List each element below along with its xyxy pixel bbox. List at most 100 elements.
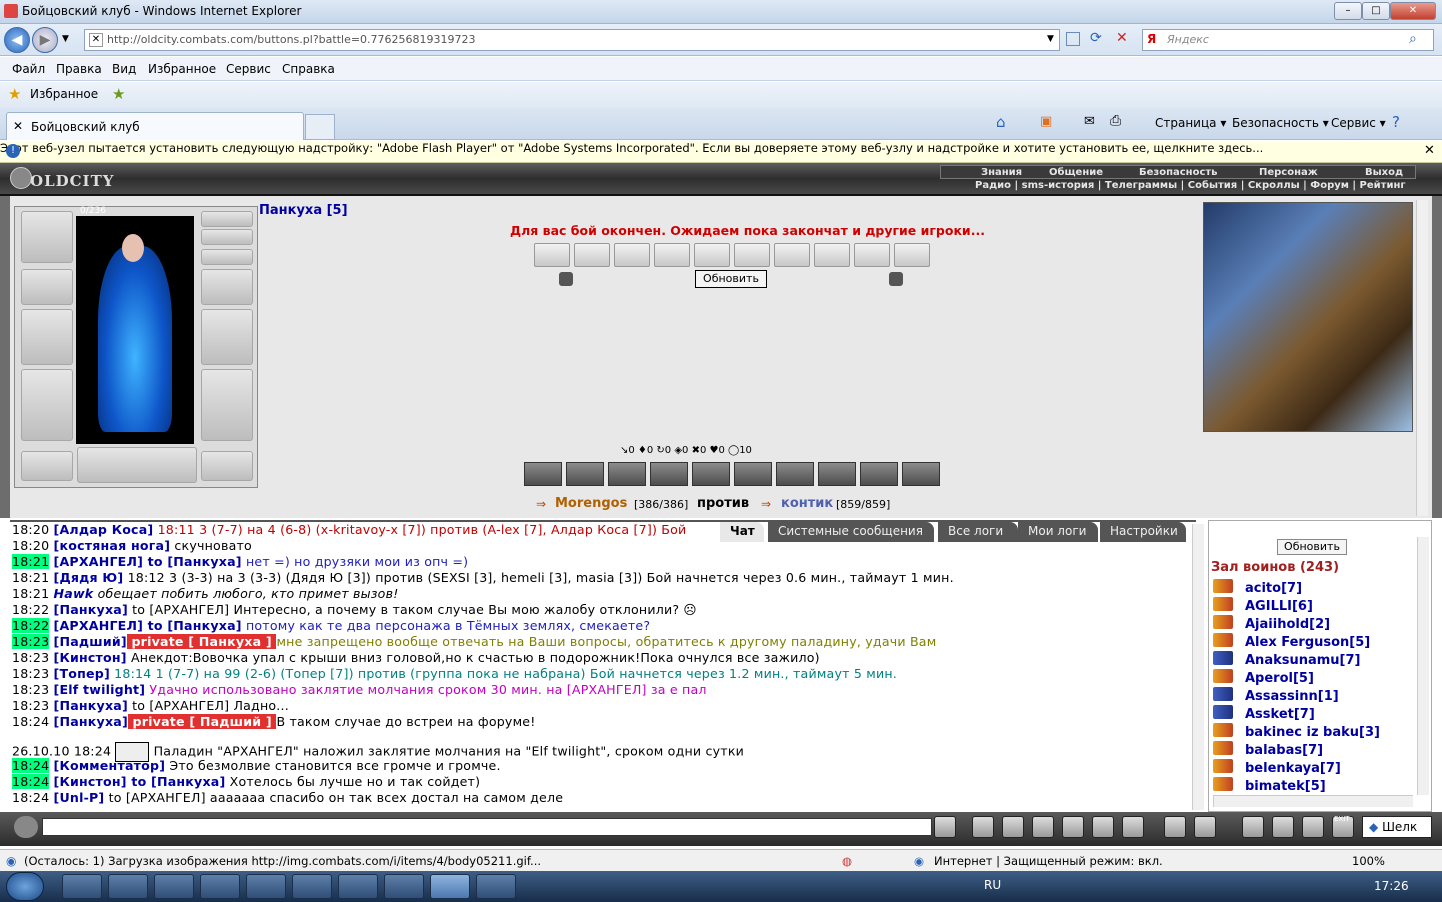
mail-icon[interactable]: ✉ (1084, 114, 1095, 129)
ie-icon[interactable] (108, 874, 148, 899)
stop-icon[interactable]: ✕ (1116, 30, 1128, 46)
skill-button[interactable] (524, 462, 562, 486)
battle-icon[interactable] (1213, 633, 1233, 647)
address-input[interactable]: ✕ http://oldcity.combats.com/buttons.pl?… (84, 29, 1060, 51)
hall-player[interactable]: Aperol[5] (1245, 671, 1314, 686)
settings-icon[interactable] (1194, 816, 1216, 838)
menu-tools[interactable]: Сервис (226, 62, 271, 76)
rss-icon[interactable]: ▣ (1040, 114, 1052, 129)
smiley-icon[interactable] (1164, 816, 1186, 838)
skill-button[interactable] (692, 462, 730, 486)
gloves-slot[interactable] (201, 269, 253, 305)
battle-icon[interactable] (1213, 741, 1233, 755)
shield-slot[interactable] (201, 309, 253, 365)
game-nav-bottom[interactable]: Радио | sms-история | Телеграммы | Событ… (975, 180, 1406, 191)
help-icon[interactable]: ? (1392, 113, 1400, 131)
action-icon[interactable] (1242, 816, 1264, 838)
firefox-icon[interactable] (200, 874, 240, 899)
menu-edit[interactable]: Правка (56, 62, 102, 76)
minimize-button[interactable]: – (1334, 2, 1362, 20)
search-icon[interactable]: ⌕ (1409, 31, 1417, 47)
fighter2-name[interactable]: контик (781, 496, 833, 511)
skill-button[interactable] (608, 462, 646, 486)
tab-chat[interactable]: Чат (720, 522, 764, 542)
safety-menu[interactable]: Безопасность ▾ (1232, 116, 1329, 130)
save-icon[interactable] (1032, 816, 1054, 838)
inventory-icon[interactable] (1272, 816, 1294, 838)
skill-button[interactable] (860, 462, 898, 486)
send-arrow-icon[interactable] (934, 816, 956, 838)
hall-player[interactable]: Assassinn[1] (1245, 689, 1339, 704)
tab-my-logs[interactable]: Мои логи (1018, 522, 1098, 542)
skill-button[interactable] (776, 462, 814, 486)
hall-player[interactable]: Anaksunamu[7] (1245, 653, 1360, 668)
favorites-button[interactable]: Избранное (30, 87, 98, 101)
menu-view[interactable]: Вид (112, 62, 136, 76)
hall-scrollbar[interactable] (1417, 537, 1429, 795)
earrings-slot[interactable] (201, 211, 253, 227)
battle-scrollbar[interactable] (1416, 200, 1428, 516)
home-icon[interactable]: ⌂ (996, 113, 1006, 131)
url-dropdown-icon[interactable]: ▼ (1047, 34, 1054, 44)
filter-icon[interactable] (1002, 816, 1024, 838)
shelk-button[interactable]: ◆ Шелк (1362, 816, 1432, 838)
battle-icon[interactable] (1213, 597, 1233, 611)
menu-help[interactable]: Справка (282, 62, 335, 76)
media-icon[interactable] (62, 874, 102, 899)
chat-mode-icon[interactable] (14, 816, 38, 838)
clear-icon[interactable] (972, 816, 994, 838)
battle-icon[interactable] (1213, 705, 1233, 719)
belt-slot[interactable] (21, 451, 73, 481)
tab-settings[interactable]: Настройки (1100, 522, 1186, 542)
battle-icon[interactable] (1213, 687, 1233, 701)
app-icon[interactable] (338, 874, 378, 899)
armor-slot[interactable] (21, 369, 73, 441)
runes-slot[interactable] (77, 447, 197, 483)
fighter1-name[interactable]: Morengos (555, 496, 627, 511)
hall-hscrollbar[interactable] (1213, 795, 1413, 807)
hall-player[interactable]: bakinec iz baku[3] (1245, 725, 1380, 740)
player-name[interactable]: Панкуха [5] (259, 203, 348, 218)
hall-player[interactable]: AGILLI[6] (1245, 599, 1313, 614)
hall-player[interactable]: Ajaiihold[2] (1245, 617, 1330, 632)
battle-icon[interactable] (1213, 579, 1233, 593)
forward-arrow-icon[interactable]: ▶ (32, 27, 58, 53)
hall-player[interactable]: Alex Ferguson[5] (1245, 635, 1370, 650)
history-dropdown-icon[interactable]: ▼ (62, 34, 69, 44)
bracers-slot[interactable] (21, 269, 73, 305)
new-tab-button[interactable] (305, 114, 335, 140)
amulet-slot[interactable] (201, 229, 253, 245)
hall-player[interactable]: acito[7] (1245, 581, 1302, 596)
cup-icon[interactable] (1302, 816, 1324, 838)
app-icon[interactable] (246, 874, 286, 899)
legs-slot[interactable] (201, 369, 253, 441)
explorer-icon[interactable] (154, 874, 194, 899)
skill-button[interactable] (566, 462, 604, 486)
tools-menu[interactable]: Сервис ▾ (1331, 116, 1386, 130)
battle-icon[interactable] (1213, 669, 1233, 683)
refresh-icon[interactable]: ⟳ (1090, 30, 1102, 46)
language-indicator[interactable]: RU (984, 878, 1001, 892)
browser-tab[interactable]: ✕ Бойцовский клуб (6, 112, 304, 140)
app-icon[interactable] (384, 874, 424, 899)
battle-icon[interactable] (1213, 777, 1233, 791)
skill-button[interactable] (818, 462, 856, 486)
boots-slot[interactable] (201, 451, 253, 481)
refresh-hall-button[interactable]: Обновить (1277, 539, 1347, 555)
info-bar[interactable]: ! Этот веб-узел пытается установить след… (0, 141, 1442, 163)
print-icon[interactable]: ⎙ (1110, 113, 1121, 129)
rings-slot[interactable] (201, 249, 253, 265)
maximize-button[interactable]: □ (1362, 2, 1390, 20)
sound-icon[interactable] (1122, 816, 1144, 838)
close-window-button[interactable]: ✕ (1390, 2, 1436, 20)
add-favorite-icon[interactable]: ★ (112, 85, 125, 103)
hall-player[interactable]: Assket[7] (1245, 707, 1315, 722)
smile-person-icon[interactable] (1062, 816, 1084, 838)
start-button[interactable] (6, 872, 44, 901)
tab-system-messages[interactable]: Системные сообщения (768, 522, 934, 542)
battle-icon[interactable] (1213, 723, 1233, 737)
chat-scrollbar[interactable] (1192, 524, 1204, 810)
nav-social[interactable]: Общение (1049, 167, 1103, 178)
nav-security[interactable]: Безопасность (1139, 167, 1218, 178)
app-icon[interactable] (476, 874, 516, 899)
